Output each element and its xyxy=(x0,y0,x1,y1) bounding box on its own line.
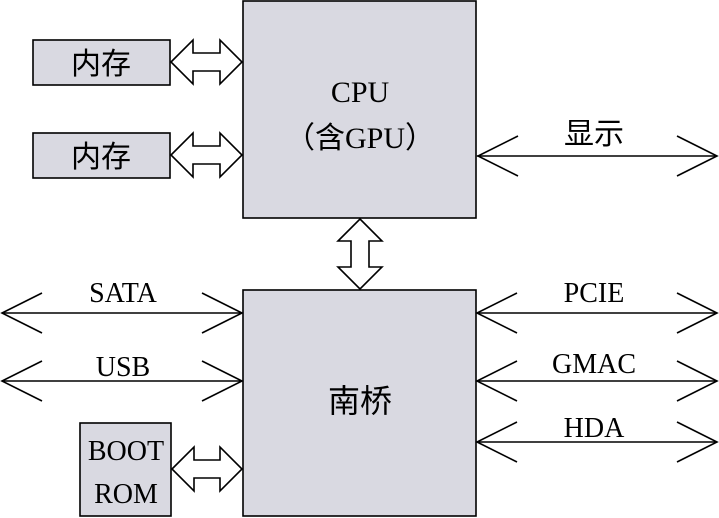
pcie-label: PCIE xyxy=(564,278,625,309)
gmac-label: GMAC xyxy=(552,349,636,380)
display-label: 显示 xyxy=(564,118,624,151)
memory-2-cpu-arrow xyxy=(169,131,244,179)
cpu-gpu-label: （含GPU） xyxy=(285,122,435,155)
cpu-southbridge-arrow xyxy=(336,217,384,291)
memory-1-label: 内存 xyxy=(71,48,131,81)
cpu-block xyxy=(242,0,477,219)
boot-rom-label-1: BOOT xyxy=(88,436,164,467)
southbridge-label: 南桥 xyxy=(328,383,392,419)
usb-label: USB xyxy=(96,352,150,383)
boot-rom-southbridge-arrow xyxy=(170,445,244,493)
memory-1-cpu-arrow xyxy=(169,38,244,86)
memory-2-label: 内存 xyxy=(71,141,131,174)
block-diagram: 内存 内存 CPU （含GPU） 南桥 BOOT ROM 显示 SATA USB xyxy=(0,0,719,517)
cpu-label: CPU xyxy=(331,76,390,109)
sata-label: SATA xyxy=(89,278,158,309)
hda-label: HDA xyxy=(564,413,625,444)
boot-rom-label-2: ROM xyxy=(94,479,158,510)
